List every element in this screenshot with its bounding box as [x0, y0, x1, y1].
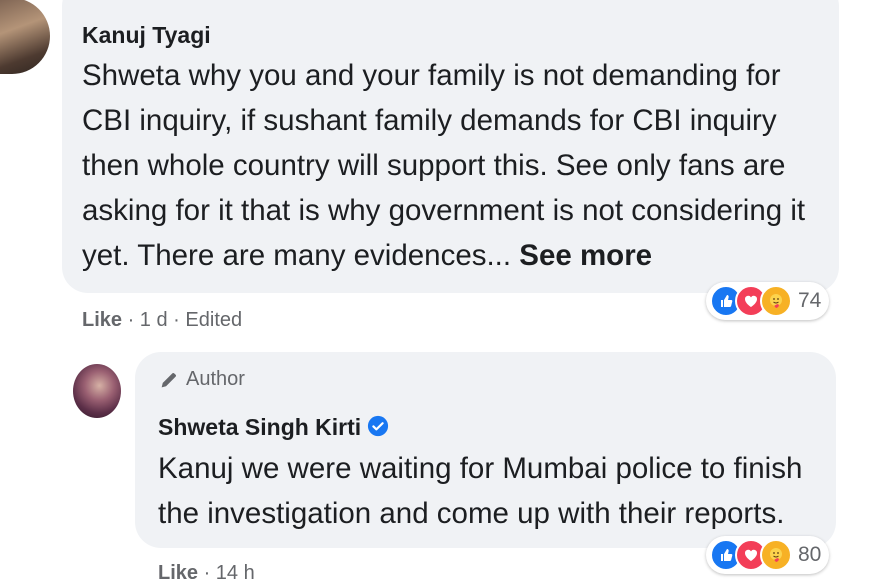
- reply-text: Kanuj we were waiting for Mumbai police …: [158, 446, 802, 536]
- verified-badge-icon: [368, 415, 389, 437]
- reply-reaction-summary[interactable]: 80: [706, 536, 830, 574]
- reply-line: Kanuj we were waiting for Mumbai police …: [158, 452, 803, 485]
- reaction-summary[interactable]: 74: [706, 282, 830, 320]
- author-avatar[interactable]: [73, 364, 121, 418]
- see-more-link[interactable]: See more: [519, 239, 652, 272]
- comment-line: CBI inquiry, if sushant family demands f…: [82, 104, 777, 137]
- reply-like-button[interactable]: Like: [158, 562, 198, 584]
- author-badge: Author: [158, 368, 245, 391]
- commenter-avatar[interactable]: [0, 0, 50, 74]
- care-reaction-icon: [760, 285, 792, 317]
- reply-author-name[interactable]: Shweta Singh Kirti: [158, 414, 389, 441]
- reaction-count: 74: [798, 289, 822, 312]
- care-reaction-icon: [760, 539, 792, 571]
- reply-line: the investigation and come up with their…: [158, 497, 785, 530]
- comment-text: Shweta why you and your family is not de…: [82, 53, 805, 278]
- comment-line: yet. There are many evidences... See mor…: [82, 233, 805, 278]
- comment-line: then whole country will support this. Se…: [82, 149, 786, 182]
- like-button[interactable]: Like: [82, 309, 122, 331]
- comment-meta: Like · 1 d · Edited: [82, 309, 242, 332]
- comment-line-text: yet. There are many evidences...: [82, 239, 512, 272]
- reply-meta: Like · 14 h: [158, 562, 255, 585]
- comment-line: asking for it that is why government is …: [82, 194, 806, 227]
- author-badge-label: Author: [186, 368, 245, 390]
- comment-timestamp[interactable]: · 1 d ·: [128, 309, 180, 331]
- comment-line: Shweta why you and your family is not de…: [82, 59, 781, 92]
- reply-timestamp[interactable]: · 14 h: [204, 562, 255, 584]
- comment-author-name[interactable]: Kanuj Tyagi: [82, 22, 211, 49]
- edited-label[interactable]: Edited: [185, 309, 242, 331]
- reply-author-label[interactable]: Shweta Singh Kirti: [158, 414, 361, 440]
- reaction-count: 80: [798, 543, 822, 566]
- pencil-icon: [161, 372, 176, 387]
